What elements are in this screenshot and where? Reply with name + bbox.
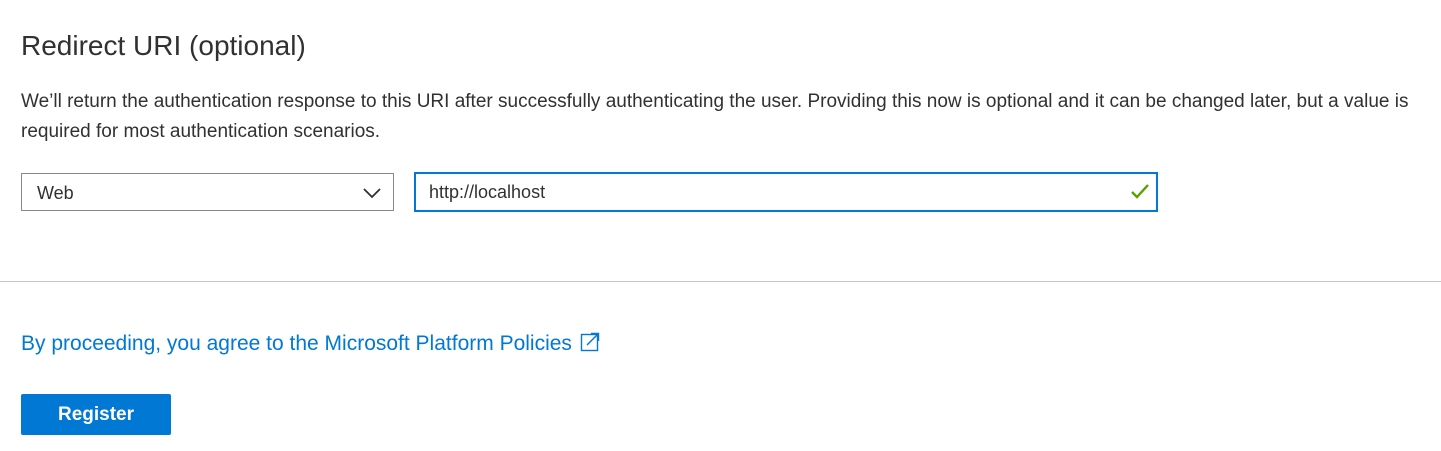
register-button[interactable]: Register (21, 394, 171, 435)
platform-select-value: Web (37, 183, 74, 203)
platform-select[interactable]: Web (21, 173, 394, 211)
redirect-uri-input[interactable] (416, 174, 1116, 210)
redirect-uri-field[interactable] (414, 172, 1158, 212)
platform-policies-link[interactable]: By proceeding, you agree to the Microsof… (21, 330, 600, 358)
chevron-down-icon (363, 188, 381, 199)
divider (0, 281, 1441, 282)
external-link-icon (580, 332, 600, 352)
section-title: Redirect URI (optional) (21, 30, 306, 61)
platform-policies-link-text: By proceeding, you agree to the Microsof… (21, 332, 572, 355)
section-description: We’ll return the authentication response… (21, 91, 1409, 142)
check-icon (1131, 184, 1149, 199)
